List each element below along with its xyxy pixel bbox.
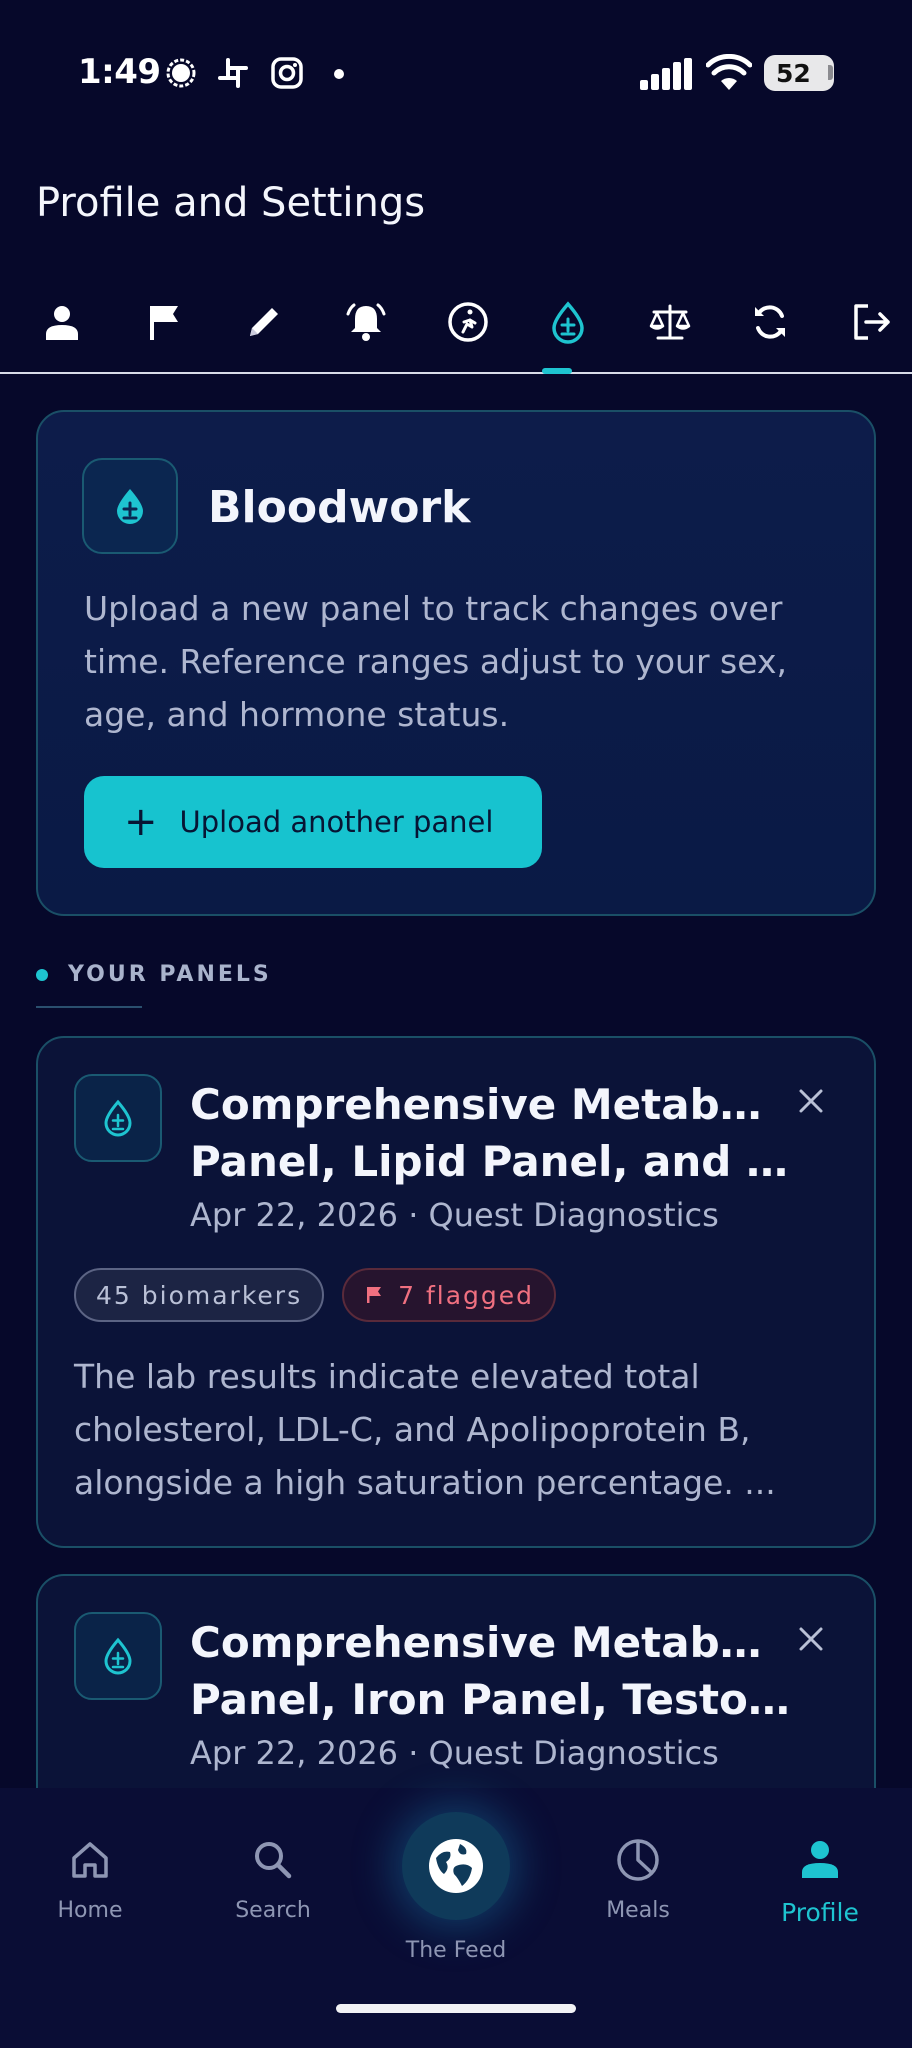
battery-level: 52 <box>776 58 811 88</box>
tab-notifications[interactable] <box>334 290 398 354</box>
upload-panel-button[interactable]: + Upload another panel <box>84 776 542 868</box>
active-tab-indicator <box>542 368 572 374</box>
panel-title-line: Panel, Iron Panel, Testost... <box>190 1675 790 1724</box>
nav-meals-label: Meals <box>606 1898 670 1923</box>
pencil-icon <box>250 308 278 336</box>
bloodwork-title: Bloodwork <box>208 482 471 533</box>
biomarker-count-badge: 45 biomarkers <box>74 1268 325 1322</box>
section-bullet <box>36 968 48 981</box>
battery-tip <box>828 65 833 80</box>
panel-title-line: Comprehensive Metabolic <box>190 1080 790 1129</box>
home-indicator[interactable] <box>336 2004 576 2013</box>
sync-icon <box>755 305 785 339</box>
user-icon <box>802 1841 838 1878</box>
pie-chart-icon <box>617 1839 659 1881</box>
blood-drop-icon <box>104 1099 132 1137</box>
panel-meta: Apr 22, 2026 · Quest Diagnostics <box>190 1734 719 1772</box>
panel-title: Comprehensive Metabolic Panel, Lipid Pan… <box>190 1076 790 1190</box>
nav-meals[interactable]: Meals <box>568 1836 708 1923</box>
panel-title-line: Comprehensive Metabolic <box>190 1618 790 1667</box>
blood-drop-icon <box>117 489 143 524</box>
nav-profile-label: Profile <box>781 1898 859 1927</box>
panel-badges: 45 biomarkers 7 flagged <box>74 1268 557 1322</box>
blood-drop-icon <box>552 301 584 344</box>
battery-indicator: 52 <box>764 55 834 91</box>
scale-icon <box>649 304 691 340</box>
home-icon <box>72 1842 108 1878</box>
logout-icon <box>854 304 890 340</box>
close-icon[interactable] <box>796 1086 826 1116</box>
blood-drop-icon <box>104 1637 132 1675</box>
nav-feed[interactable] <box>402 1812 510 1920</box>
panel-title: Comprehensive Metabolic Panel, Iron Pane… <box>190 1614 790 1728</box>
panel-summary: The lab results indicate elevated total … <box>74 1357 776 1502</box>
search-icon <box>255 1842 292 1879</box>
slack-icon <box>218 58 248 88</box>
tab-logout[interactable] <box>840 290 904 354</box>
settings-tab-bar <box>0 290 912 374</box>
status-time: 1:49 <box>78 52 161 92</box>
tab-goals[interactable] <box>132 290 196 354</box>
section-header: YOUR PANELS <box>36 962 272 987</box>
cellular-signal-icon <box>640 58 692 90</box>
instagram-icon <box>271 57 303 89</box>
status-bar: 1:49 52 <box>0 0 912 150</box>
upload-panel-label: Upload another panel <box>179 805 494 839</box>
bloodwork-header-card: Bloodwork Upload a new panel to track ch… <box>36 410 876 916</box>
globe-icon <box>429 1839 483 1893</box>
section-underline <box>36 1006 142 1008</box>
user-icon <box>46 306 78 340</box>
tab-profile[interactable] <box>30 290 94 354</box>
panel-card[interactable]: Comprehensive Metabolic Panel, Lipid Pan… <box>36 1036 876 1548</box>
page-title: Profile and Settings <box>36 180 426 226</box>
flagged-count: 7 flagged <box>398 1280 535 1310</box>
bloodwork-description: Upload a new panel to track changes over… <box>84 589 787 734</box>
nav-search[interactable]: Search <box>203 1836 343 1923</box>
nav-feed-label: The Feed <box>405 1938 507 1963</box>
panel-title-line: Panel, Lipid Panel, and va... <box>190 1137 790 1186</box>
flag-icon <box>150 306 178 340</box>
signal-app-icon <box>166 58 196 88</box>
wifi-icon <box>706 54 752 90</box>
notification-dot <box>334 69 344 79</box>
panel-icon-box <box>74 1074 162 1162</box>
activity-icon <box>448 302 488 342</box>
nav-search-label: Search <box>235 1898 311 1923</box>
nav-home-label: Home <box>57 1898 123 1923</box>
tab-edit[interactable] <box>232 290 296 354</box>
nav-profile[interactable]: Profile <box>750 1836 890 1927</box>
tab-bloodwork[interactable] <box>536 290 600 354</box>
panel-meta: Apr 22, 2026 · Quest Diagnostics <box>190 1196 719 1234</box>
plus-icon: + <box>124 799 158 845</box>
nav-home[interactable]: Home <box>20 1836 160 1923</box>
flag-icon <box>367 1287 382 1303</box>
bloodwork-icon-box <box>82 458 178 554</box>
tab-weight[interactable] <box>638 290 702 354</box>
bell-icon <box>346 303 386 341</box>
panel-icon-box <box>74 1612 162 1700</box>
tab-activity[interactable] <box>436 290 500 354</box>
flagged-badge: 7 flagged <box>342 1268 557 1322</box>
tab-sync[interactable] <box>738 290 802 354</box>
close-icon[interactable] <box>796 1624 826 1654</box>
section-label: YOUR PANELS <box>68 962 272 987</box>
